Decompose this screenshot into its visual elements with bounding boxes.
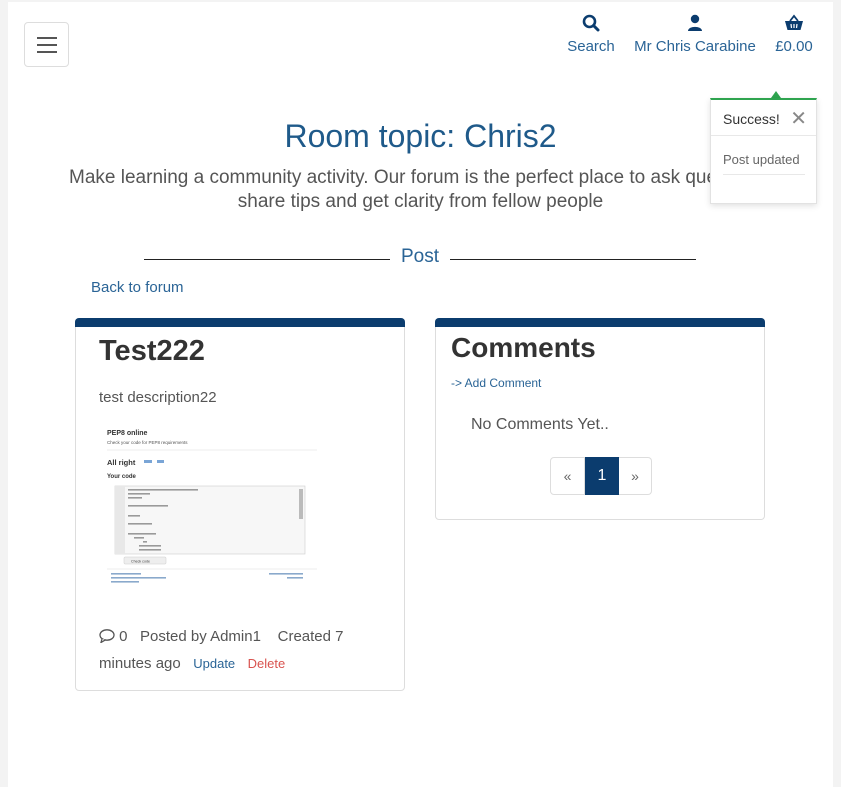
pagination-page-1[interactable]: 1 [585,457,619,495]
comments-card: Comments -> Add Comment No Comments Yet.… [435,318,765,520]
back-to-forum-link[interactable]: Back to forum [91,279,184,296]
post-card: Test222 test description22 PEP8 online C… [75,318,405,691]
comment-count: 0 [119,628,128,645]
post-description: test description22 [99,389,217,406]
menu-button[interactable] [24,22,69,67]
user-icon [630,14,760,36]
success-toast: Success! ✕ Post updated [710,98,817,204]
section-heading: Post [400,246,440,267]
basket-link[interactable]: £0.00 [771,14,817,55]
post-meta: 0 Posted by Admin1 Created 7 minutes ago… [99,624,389,676]
hamburger-icon-bar-3 [37,51,57,53]
user-label: Mr Chris Carabine [634,38,756,55]
toast-title: Success! [723,111,780,127]
comment-icon [99,626,115,651]
basket-icon [771,14,817,36]
divider-left [144,259,390,260]
add-comment-link[interactable]: -> Add Comment [451,376,541,390]
card-accent-bar [435,318,765,327]
hamburger-icon-bar-2 [37,44,57,46]
post-title: Test222 [99,335,205,367]
thumb-result: All right [107,458,136,467]
card-accent-bar [75,318,405,327]
delete-link[interactable]: Delete [248,656,286,671]
posted-by: Posted by Admin1 [140,628,261,645]
toast-message: Post updated [723,152,800,167]
pagination-prev[interactable]: « [550,457,585,495]
page: Search Mr Chris Carabine £0.00 Room topi… [8,2,833,787]
post-image[interactable]: PEP8 online Check your code for PEP8 req… [101,423,323,593]
toast-arrow [771,91,781,98]
search-label: Search [567,38,615,55]
divider-right [450,259,696,260]
page-subtitle: Make learning a community activity. Our … [69,167,772,212]
close-icon[interactable]: ✕ [790,106,807,131]
update-link[interactable]: Update [193,656,235,671]
pagination: « 1 » [550,457,652,495]
thumb-button: Check code [131,560,150,564]
no-comments-text: No Comments Yet.. [471,416,609,433]
search-link[interactable]: Search [565,14,617,55]
basket-total: £0.00 [775,38,813,55]
pagination-next[interactable]: » [619,457,652,495]
account-link[interactable]: Mr Chris Carabine [630,14,760,55]
hamburger-icon-bar-1 [37,37,57,39]
toast-header: Success! ✕ [711,100,816,136]
search-icon [565,14,617,36]
thumb-subheading: Check your code for PEP8 requirements [107,440,188,445]
thumb-heading: PEP8 online [107,430,148,437]
toast-divider [723,174,805,175]
thumb-code-label: Your code [107,474,137,480]
comments-title: Comments [451,332,596,363]
